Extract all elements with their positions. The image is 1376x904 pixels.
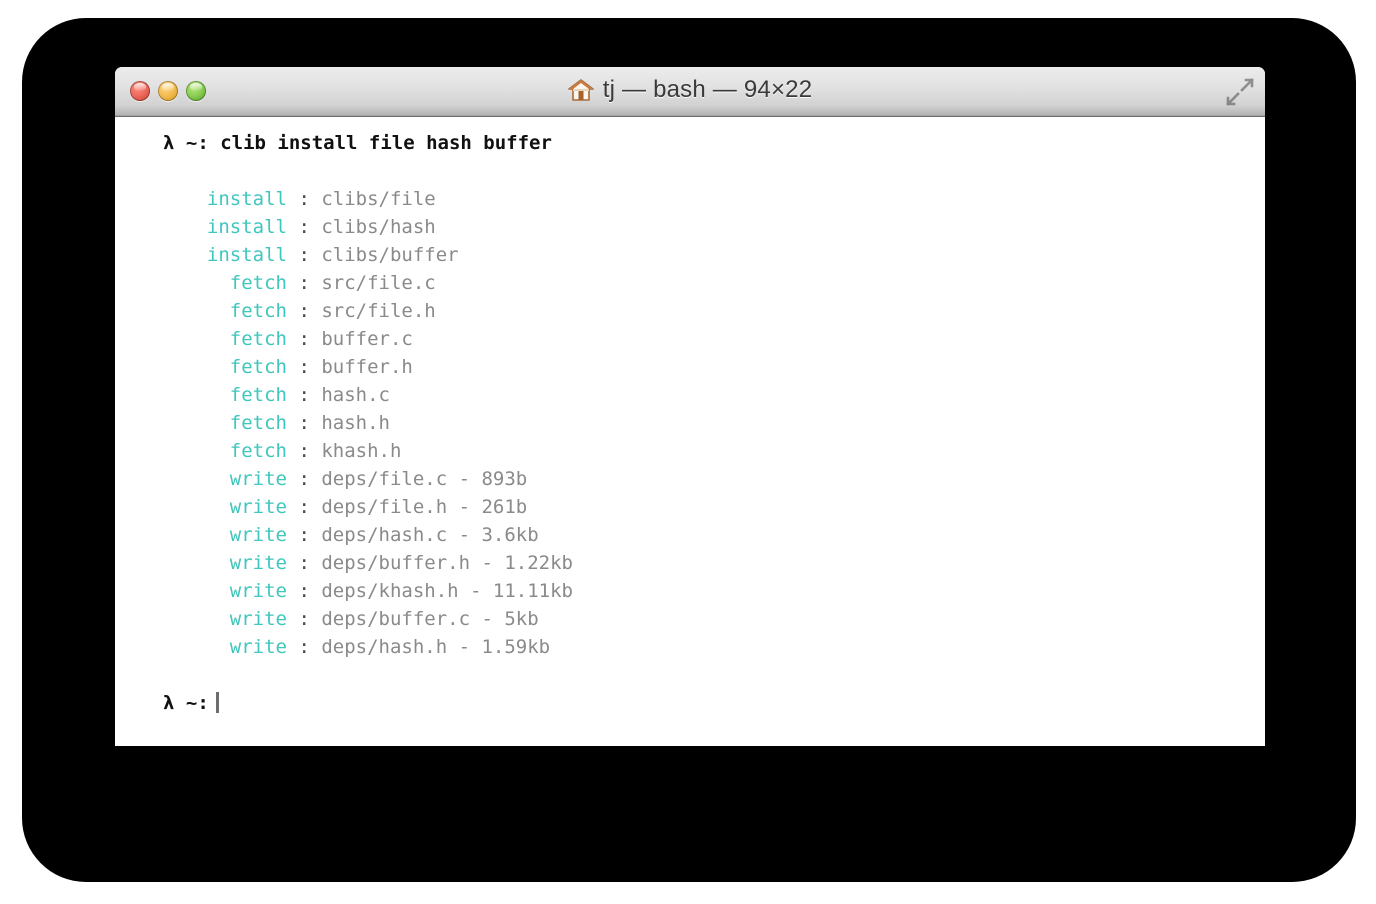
log-value: src/file.c	[321, 272, 436, 294]
log-line: install : clibs/buffer	[115, 241, 1265, 269]
log-value: clibs/buffer	[321, 244, 459, 266]
terminal-output[interactable]: λ ~: clib install file hash buffer insta…	[115, 117, 1265, 746]
log-value: deps/file.h - 261b	[321, 496, 528, 518]
log-value: deps/khash.h - 11.11kb	[321, 580, 573, 602]
log-keyword: fetch	[229, 356, 287, 378]
active-prompt[interactable]: λ ~:	[115, 689, 1265, 717]
log-keyword: write	[229, 468, 287, 490]
log-separator: :	[287, 328, 322, 350]
log-line-list: install : clibs/file install : clibs/hash…	[115, 185, 1265, 661]
log-keyword: fetch	[229, 328, 287, 350]
log-keyword: write	[229, 552, 287, 574]
log-line: write : deps/file.h - 261b	[115, 493, 1265, 521]
log-line: write : deps/file.c - 893b	[115, 465, 1265, 493]
log-keyword: fetch	[229, 384, 287, 406]
log-separator: :	[287, 384, 322, 406]
log-separator: :	[287, 216, 322, 238]
log-separator: :	[287, 496, 322, 518]
log-keyword: install	[206, 216, 287, 238]
log-separator: :	[287, 188, 322, 210]
house-icon	[567, 77, 594, 103]
log-value: deps/buffer.h - 1.22kb	[321, 552, 573, 574]
log-value: buffer.c	[321, 328, 413, 350]
log-line: write : deps/buffer.c - 5kb	[115, 605, 1265, 633]
log-line: fetch : src/file.h	[115, 297, 1265, 325]
log-separator: :	[287, 468, 322, 490]
log-separator: :	[287, 412, 322, 434]
log-line: fetch : hash.h	[115, 409, 1265, 437]
log-keyword: write	[229, 636, 287, 658]
log-value: src/file.h	[321, 300, 436, 322]
log-keyword: write	[229, 524, 287, 546]
log-separator: :	[287, 272, 322, 294]
log-keyword: fetch	[229, 272, 287, 294]
log-keyword: write	[229, 608, 287, 630]
log-keyword: fetch	[229, 440, 287, 462]
log-value: deps/file.c - 893b	[321, 468, 528, 490]
log-line: install : clibs/file	[115, 185, 1265, 213]
log-value: hash.c	[321, 384, 390, 406]
log-separator: :	[287, 440, 322, 462]
log-separator: :	[287, 300, 322, 322]
log-keyword: write	[229, 496, 287, 518]
log-line: write : deps/buffer.h - 1.22kb	[115, 549, 1265, 577]
log-value: deps/hash.c - 3.6kb	[321, 524, 539, 546]
log-keyword: fetch	[229, 412, 287, 434]
log-separator: :	[287, 356, 322, 378]
log-keyword: write	[229, 580, 287, 602]
log-keyword: install	[206, 244, 287, 266]
log-line: fetch : khash.h	[115, 437, 1265, 465]
log-value: khash.h	[321, 440, 402, 462]
window-title-bar[interactable]: tj — bash — 94×22	[115, 67, 1265, 117]
log-separator: :	[287, 608, 322, 630]
log-line: install : clibs/hash	[115, 213, 1265, 241]
log-separator: :	[287, 636, 322, 658]
log-separator: :	[287, 244, 322, 266]
log-separator: :	[287, 552, 322, 574]
window-title-group: tj — bash — 94×22	[115, 76, 1265, 104]
text-cursor	[215, 692, 219, 713]
log-line: write : deps/khash.h - 11.11kb	[115, 577, 1265, 605]
log-line: fetch : buffer.c	[115, 325, 1265, 353]
log-separator: :	[287, 580, 322, 602]
log-separator: :	[287, 524, 322, 546]
terminal-window: tj — bash — 94×22 λ ~: clib install file…	[115, 67, 1265, 746]
fullscreen-button[interactable]	[1225, 77, 1255, 107]
log-keyword: fetch	[229, 300, 287, 322]
log-value: deps/buffer.c - 5kb	[321, 608, 539, 630]
log-value: hash.h	[321, 412, 390, 434]
window-title: tj — bash — 94×22	[602, 76, 813, 103]
log-line: fetch : src/file.c	[115, 269, 1265, 297]
log-line: fetch : buffer.h	[115, 353, 1265, 381]
command-line: λ ~: clib install file hash buffer	[163, 132, 552, 154]
log-value: deps/hash.h - 1.59kb	[321, 636, 551, 658]
prompt-text: λ ~:	[163, 692, 209, 714]
log-keyword: install	[206, 188, 287, 210]
log-value: buffer.h	[321, 356, 413, 378]
log-value: clibs/file	[321, 188, 436, 210]
log-line: write : deps/hash.h - 1.59kb	[115, 633, 1265, 661]
log-line: write : deps/hash.c - 3.6kb	[115, 521, 1265, 549]
log-line: fetch : hash.c	[115, 381, 1265, 409]
log-value: clibs/hash	[321, 216, 436, 238]
